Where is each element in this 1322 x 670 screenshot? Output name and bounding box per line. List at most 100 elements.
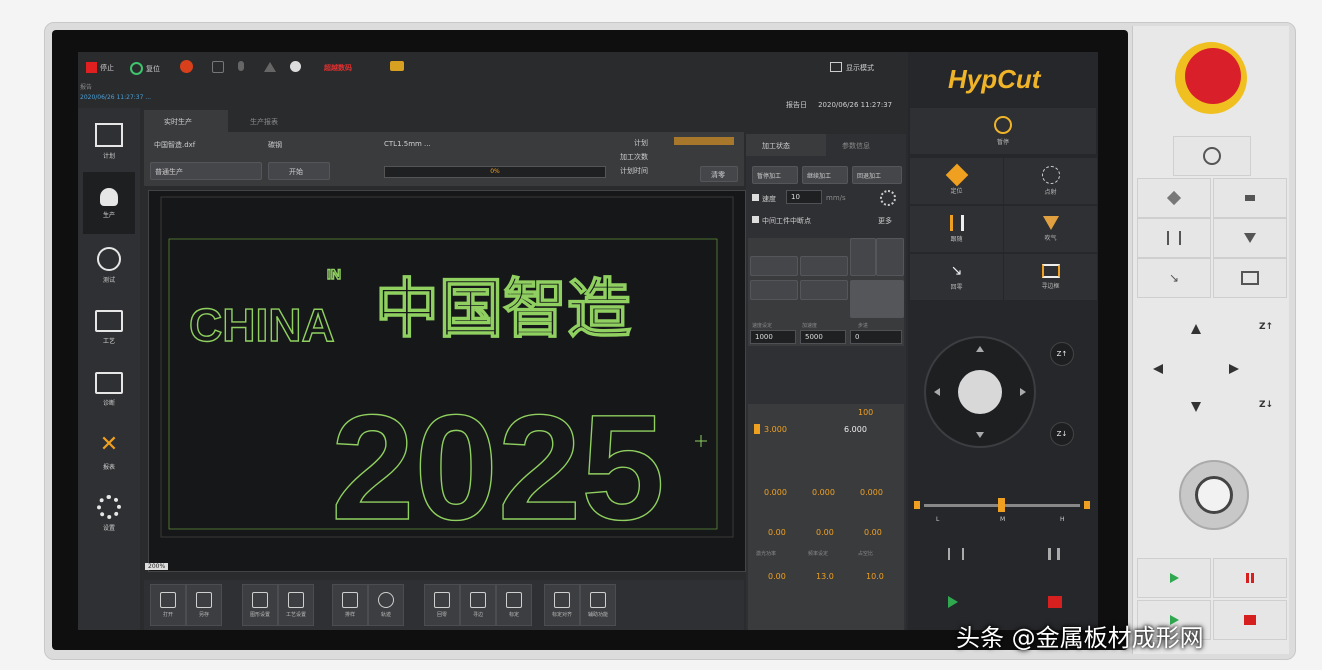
grid-value-1[interactable]: 5000 <box>800 330 846 344</box>
display-mode-label[interactable]: 显示模式 <box>846 63 874 73</box>
jog-cell-3[interactable] <box>850 238 876 276</box>
tool-calibrate-align[interactable]: 标定对齐 <box>544 584 580 626</box>
speed-checkbox[interactable] <box>752 194 759 201</box>
stop-button[interactable]: 停止 <box>86 62 114 73</box>
tool-calibrate[interactable]: 标定 <box>496 584 532 626</box>
speed-input[interactable]: 10 <box>786 190 822 204</box>
shutter-icon[interactable] <box>264 62 276 72</box>
file-name[interactable]: 中国智造.dxf <box>154 140 195 150</box>
tool-aux[interactable]: 辅助功能 <box>580 584 616 626</box>
material[interactable]: 碳钢 <box>268 140 282 150</box>
jog-dpad[interactable] <box>924 336 1036 448</box>
sidebar-item-process[interactable]: 工艺 <box>83 296 135 358</box>
continue-process-button[interactable]: 继续加工 <box>802 166 848 184</box>
tab-param-info[interactable]: 参数信息 <box>826 134 906 156</box>
hw-start-key[interactable] <box>1137 558 1211 598</box>
hw-down-arrow-icon[interactable] <box>1191 402 1201 412</box>
sidebar-item-production[interactable]: 生产 <box>83 172 135 234</box>
hw-follow-key[interactable] <box>1137 218 1211 258</box>
tool-open[interactable]: 打开 <box>150 584 186 626</box>
hw-pause-key[interactable] <box>1173 136 1251 176</box>
sidebar-item-test[interactable]: 测试 <box>83 234 135 296</box>
dpad-left-arrow-icon[interactable] <box>934 388 940 396</box>
hw-pause-red-key[interactable] <box>1213 558 1287 598</box>
stop-run-button[interactable] <box>1048 596 1062 608</box>
pause-run-button[interactable] <box>1048 548 1060 560</box>
hw-left-arrow-icon[interactable] <box>1153 364 1163 374</box>
canvas-drawing: IN CHINA 中国智造 2025 <box>160 196 734 552</box>
jog-cell-6[interactable] <box>800 280 848 300</box>
sidebar-item-report[interactable]: ✕ 报表 <box>83 420 135 482</box>
layer-info[interactable]: CTL1.5mm ... <box>384 140 431 148</box>
tool-graphic-settings[interactable]: 图形设置 <box>242 584 278 626</box>
skip-back-button[interactable] <box>948 548 964 560</box>
sidebar-item-plan[interactable]: 计划 <box>83 110 135 172</box>
tab-report[interactable]: 生产报表 <box>230 110 314 132</box>
tool-edge-find[interactable]: 寻边 <box>460 584 496 626</box>
z-up-button[interactable]: Z↑ <box>1050 342 1074 366</box>
tab-production[interactable]: 实时生产 <box>144 110 228 132</box>
jog-cell-5[interactable] <box>750 280 798 300</box>
dpad-right-arrow-icon[interactable] <box>1020 388 1026 396</box>
canvas-text-year: 2025 <box>331 383 665 551</box>
frame-icon <box>1041 264 1060 278</box>
dpad-up-arrow-icon[interactable] <box>976 346 984 352</box>
settings-gear-icon[interactable] <box>880 190 896 206</box>
hw-z-up-key[interactable]: Z↑ <box>1259 322 1273 332</box>
cut-canvas[interactable]: IN CHINA 中国智造 2025 200% <box>145 190 746 572</box>
z-down-button[interactable]: Z↓ <box>1050 422 1074 446</box>
tool-save[interactable]: 另存 <box>186 584 222 626</box>
hw-locate-key[interactable] <box>1137 178 1211 218</box>
hw-jog-knob[interactable] <box>1179 460 1249 530</box>
tab-process-status[interactable]: 加工状态 <box>746 134 826 156</box>
grid-value-2[interactable]: 0 <box>850 330 902 344</box>
hw-blow-key[interactable] <box>1213 218 1287 258</box>
func-blow[interactable]: 吹气 <box>1004 206 1097 252</box>
cube-icon <box>288 592 304 608</box>
jog-cell-4[interactable] <box>876 238 904 276</box>
light-icon[interactable] <box>290 61 301 72</box>
run-button[interactable] <box>948 596 958 608</box>
pause-process-button[interactable]: 暂停加工 <box>752 166 798 184</box>
start-job-button[interactable]: 开始 <box>268 162 330 180</box>
func-home[interactable]: ↘ 回零 <box>910 254 1003 300</box>
tool-path[interactable]: 轨迹 <box>368 584 404 626</box>
camera-icon[interactable] <box>390 61 404 71</box>
hw-up-arrow-icon[interactable] <box>1191 324 1201 334</box>
hw-right-arrow-icon[interactable] <box>1229 364 1239 374</box>
laser-icon[interactable] <box>212 61 224 73</box>
func-follow[interactable]: 跟随 <box>910 206 1003 252</box>
interrupt-checkbox[interactable] <box>752 216 759 223</box>
sidebar-item-diagnose[interactable]: 诊断 <box>83 358 135 420</box>
sidebar: 计划 生产 测试 工艺 诊断 ✕ 报表 设置 <box>78 108 140 630</box>
hw-z-down-key[interactable]: Z↓ <box>1259 400 1273 410</box>
reset-button[interactable]: 复位 <box>130 62 160 75</box>
count-reset-button[interactable]: 清零 <box>700 166 738 182</box>
gas-icon[interactable] <box>238 61 244 71</box>
dpad-center-button[interactable] <box>958 370 1002 414</box>
tool-nesting[interactable]: 排样 <box>332 584 368 626</box>
sidebar-item-settings[interactable]: 设置 <box>83 482 135 544</box>
func-spot[interactable]: 点射 <box>1004 158 1097 204</box>
pause-function-button[interactable]: 暂停 <box>910 108 1096 154</box>
jog-cell-7[interactable] <box>850 280 904 318</box>
log-line: 2020/06/26 11:27:37 ... <box>80 94 152 101</box>
hw-stop-key[interactable] <box>1213 600 1287 640</box>
func-frame[interactable]: 寻边框 <box>1004 254 1097 300</box>
hw-spot-key[interactable] <box>1213 178 1287 218</box>
func-locate[interactable]: 定位 <box>910 158 1003 204</box>
back-process-button[interactable]: 回退加工 <box>852 166 902 184</box>
emergency-stop-button[interactable] <box>1175 42 1247 114</box>
jog-cell-2[interactable] <box>800 256 848 276</box>
slider-handle[interactable] <box>998 498 1005 512</box>
plan-select[interactable]: 普通生产 <box>150 162 262 180</box>
hw-frame-key[interactable] <box>1213 258 1287 298</box>
hw-home-key[interactable]: ↘ <box>1137 258 1211 298</box>
dpad-down-arrow-icon[interactable] <box>976 432 984 438</box>
bottom-value-0: 0.00 <box>768 572 786 581</box>
alarm-icon[interactable] <box>180 60 193 73</box>
tool-process-settings[interactable]: 工艺设置 <box>278 584 314 626</box>
tool-home[interactable]: 回零 <box>424 584 460 626</box>
jog-cell-1[interactable] <box>750 256 798 276</box>
grid-value-0[interactable]: 1000 <box>750 330 796 344</box>
